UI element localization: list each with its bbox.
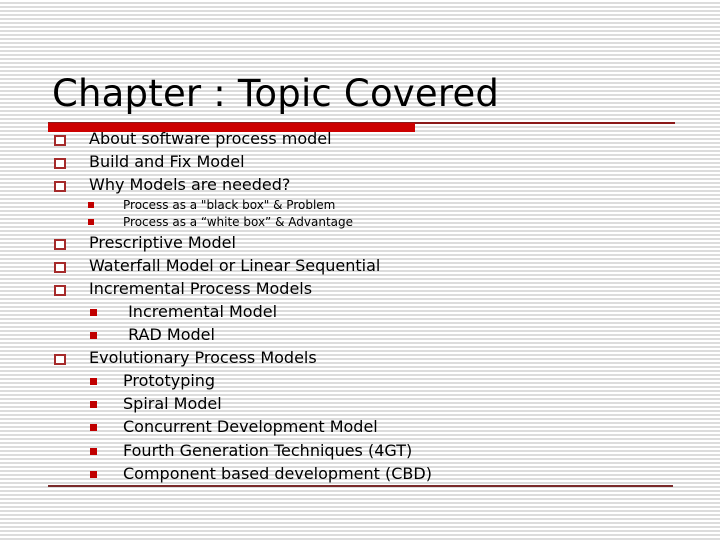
list-item-text: Fourth Generation Techniques (4GT) — [123, 441, 413, 460]
list-item-text: RAD Model — [123, 325, 215, 344]
list-item-text: Component based development (CBD) — [123, 464, 432, 483]
filled-square-bullet-icon — [88, 202, 94, 208]
filled-square-bullet-icon — [90, 378, 97, 385]
filled-square-bullet-icon — [90, 471, 97, 478]
filled-square-bullet-icon — [88, 219, 94, 225]
hollow-square-bullet-icon — [54, 285, 66, 296]
filled-square-bullet-icon — [90, 424, 97, 431]
list-item-text: Process as a “white box” & Advantage — [123, 215, 353, 229]
list-item-text: Process as a "black box" & Problem — [123, 198, 336, 212]
hollow-square-bullet-icon — [54, 158, 66, 169]
list-item-text: Why Models are needed? — [89, 175, 291, 194]
list-item-text: Prototyping — [123, 371, 216, 390]
hollow-square-bullet-icon — [54, 262, 66, 273]
filled-square-bullet-icon — [90, 448, 97, 455]
list-item-text: Spiral Model — [123, 394, 222, 413]
list-item-text: Concurrent Development Model — [123, 417, 378, 436]
list-item-text: About software process model — [89, 129, 332, 148]
list-item-text: Build and Fix Model — [89, 152, 245, 171]
list-item-text: Evolutionary Process Models — [89, 348, 317, 367]
list-item-text: Incremental Process Models — [89, 279, 313, 298]
list-item-text: Incremental Model — [123, 302, 278, 321]
filled-square-bullet-icon — [90, 309, 97, 316]
hollow-square-bullet-icon — [54, 181, 66, 192]
slide-title: Chapter : Topic Covered — [52, 72, 500, 115]
footer-rule — [48, 485, 673, 487]
list-item-text: Waterfall Model or Linear Sequential — [89, 256, 381, 275]
filled-square-bullet-icon — [90, 332, 97, 339]
hollow-square-bullet-icon — [54, 354, 66, 365]
hollow-square-bullet-icon — [54, 239, 66, 250]
list-item-text: Prescriptive Model — [89, 233, 236, 252]
hollow-square-bullet-icon — [54, 135, 66, 146]
filled-square-bullet-icon — [90, 401, 97, 408]
